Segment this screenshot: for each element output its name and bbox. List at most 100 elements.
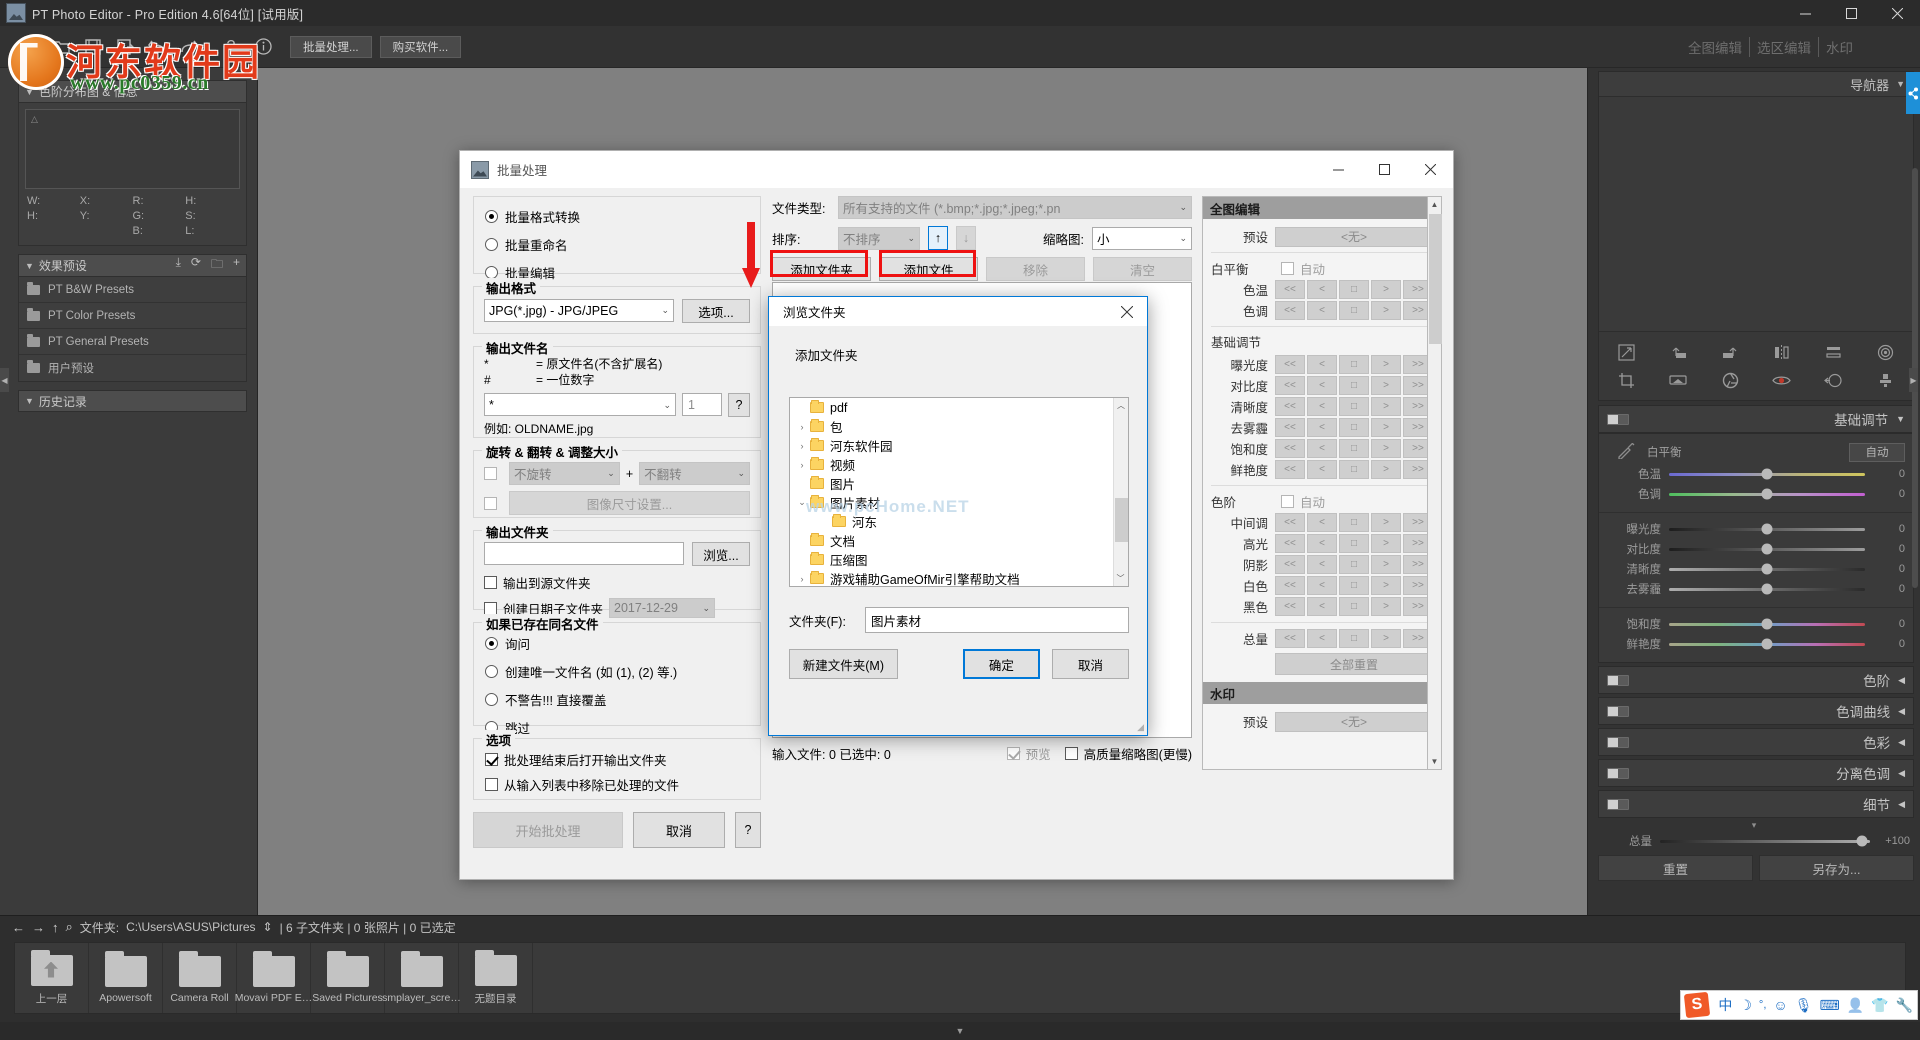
tone-curve-toggle[interactable] xyxy=(1607,706,1629,717)
emoji-icon[interactable]: ☺ xyxy=(1773,997,1787,1013)
nudge-more[interactable]: > xyxy=(1371,555,1401,574)
batch-process-button[interactable]: 批量处理... xyxy=(290,36,372,58)
collapse-right-panel-handle[interactable]: ▶ xyxy=(1909,368,1918,392)
nudge-less[interactable]: < xyxy=(1307,301,1337,320)
tree-expander[interactable]: › xyxy=(794,422,810,432)
slider-track-exposure[interactable] xyxy=(1669,528,1865,531)
hq-thumb-checkbox-row[interactable]: 高质量缩略图(更慢) xyxy=(1065,744,1192,763)
dodge-icon[interactable] xyxy=(1808,366,1860,394)
nudge-more[interactable]: > xyxy=(1371,460,1401,479)
tree-item[interactable]: 河东 xyxy=(790,512,1128,531)
filmstrip-item[interactable]: smplayer_scre… xyxy=(385,943,459,1013)
nudge-much-less[interactable]: << xyxy=(1275,555,1305,574)
keyboard-icon[interactable]: ⌨ xyxy=(1819,997,1839,1014)
adjust-wb-auto[interactable]: 自动 xyxy=(1281,259,1325,278)
nudge-less[interactable]: < xyxy=(1307,355,1337,374)
tree-expander[interactable]: ⌄ xyxy=(794,497,810,508)
name-help-button[interactable]: ? xyxy=(728,393,750,417)
ok-button[interactable]: 确定 xyxy=(963,649,1040,679)
output-folder-input[interactable] xyxy=(484,542,684,565)
start-batch-button[interactable]: 开始批处理 xyxy=(473,812,623,848)
scroll-thumb[interactable] xyxy=(1115,498,1128,542)
watermark-preset-value[interactable]: <无> xyxy=(1275,712,1433,732)
nudge-reset[interactable]: □ xyxy=(1339,534,1369,553)
close-icon[interactable] xyxy=(1874,0,1920,26)
output-name-pattern-select[interactable]: *⌄ xyxy=(484,393,676,416)
flip-horizontal-icon[interactable] xyxy=(1756,338,1808,366)
back-icon[interactable]: ← xyxy=(12,920,25,935)
basic-adjust-header[interactable]: 基础调节 ▼ xyxy=(1598,405,1914,433)
nudge-less[interactable]: < xyxy=(1307,418,1337,437)
nudge-more[interactable]: > xyxy=(1371,418,1401,437)
slider-knob[interactable] xyxy=(1762,619,1773,630)
folder-path[interactable]: C:\Users\ASUS\Pictures xyxy=(126,920,255,934)
slider-knob[interactable] xyxy=(1762,524,1773,535)
conflict-unique-name[interactable]: 创建唯一文件名 (如 (1), (2) 等.) xyxy=(485,662,760,681)
rotate-checkbox[interactable] xyxy=(484,467,497,480)
preset-folder-bw[interactable]: PT B&W Presets xyxy=(19,277,246,303)
folder-name-input[interactable]: 图片素材 xyxy=(865,607,1129,633)
nudge-less[interactable]: < xyxy=(1307,439,1337,458)
nudge-reset[interactable]: □ xyxy=(1339,439,1369,458)
sort-select[interactable]: 不排序⌄ xyxy=(838,227,920,250)
mode-format-convert[interactable]: 批量格式转换 xyxy=(485,207,760,226)
histogram-panel-header[interactable]: ▼ 色阶分布图 & 信息 xyxy=(18,80,247,102)
nudge-less[interactable]: < xyxy=(1307,397,1337,416)
maximize-icon[interactable] xyxy=(1828,0,1874,26)
microphone-icon[interactable]: 🎙 xyxy=(1795,997,1813,1014)
punctuation-icon[interactable]: °, xyxy=(1759,999,1766,1011)
levels-section-header[interactable]: 色阶◀ xyxy=(1598,666,1914,694)
nudge-less[interactable]: < xyxy=(1307,576,1337,595)
tree-item[interactable]: 文档 xyxy=(790,531,1128,550)
slider-knob[interactable] xyxy=(1762,469,1773,480)
re set-all-button[interactable]: 全部重置 xyxy=(1275,653,1433,675)
amount-track[interactable] xyxy=(1660,840,1870,843)
nudge-much-less[interactable]: << xyxy=(1275,376,1305,395)
buy-software-button[interactable]: 购买软件... xyxy=(380,36,462,58)
nudge-less[interactable]: < xyxy=(1307,534,1337,553)
sogou-logo-icon[interactable]: S xyxy=(1684,992,1710,1018)
nudge-less[interactable]: < xyxy=(1307,460,1337,479)
wrench-icon[interactable]: 🔧 xyxy=(1896,997,1913,1014)
slider-knob[interactable] xyxy=(1762,489,1773,500)
conflict-skip[interactable]: 跳过 xyxy=(485,718,760,737)
detail-section-header[interactable]: 细节◀ xyxy=(1598,790,1914,818)
nudge-much-less[interactable]: << xyxy=(1275,460,1305,479)
tree-expander[interactable]: › xyxy=(794,460,810,470)
nudge-much-less[interactable]: << xyxy=(1275,534,1305,553)
slider-track-temp[interactable] xyxy=(1669,473,1865,476)
share-panel-toggle[interactable] xyxy=(1906,72,1920,114)
nudge-reset[interactable]: □ xyxy=(1339,280,1369,299)
collapse-left-panel-handle[interactable]: ◀ xyxy=(0,368,9,392)
rotate-left-icon[interactable] xyxy=(1653,338,1705,366)
nudge-much-less[interactable]: << xyxy=(1275,439,1305,458)
user-icon[interactable]: 👤 xyxy=(1847,997,1864,1014)
split-tone-section-header[interactable]: 分离色调◀ xyxy=(1598,759,1914,787)
color-toggle[interactable] xyxy=(1607,737,1629,748)
nudge-reset[interactable]: □ xyxy=(1339,418,1369,437)
tab-full-image-edit[interactable]: 全图编辑 xyxy=(1681,37,1750,57)
batch-minimize-icon[interactable] xyxy=(1315,151,1361,188)
preset-folder-color[interactable]: PT Color Presets xyxy=(19,303,246,329)
batch-maximize-icon[interactable] xyxy=(1361,151,1407,188)
redo-icon[interactable] xyxy=(174,32,204,62)
nudge-much-less[interactable]: << xyxy=(1275,355,1305,374)
nudge-more[interactable]: > xyxy=(1371,280,1401,299)
filmstrip-item[interactable]: Saved Pictures xyxy=(311,943,385,1013)
slider-track-dehaze[interactable] xyxy=(1669,588,1865,591)
scroll-down-icon[interactable]: ﹀ xyxy=(1114,571,1127,586)
spiral-icon[interactable] xyxy=(1859,338,1911,366)
filmstrip-item[interactable]: Apowersoft xyxy=(89,943,163,1013)
save-icon[interactable] xyxy=(78,32,108,62)
split-tone-toggle[interactable] xyxy=(1607,768,1629,779)
format-options-button[interactable]: 选项... xyxy=(682,299,750,323)
batch-close-icon[interactable] xyxy=(1407,151,1453,188)
cancel-button[interactable]: 取消 xyxy=(1052,649,1129,679)
nudge-reset[interactable]: □ xyxy=(1339,355,1369,374)
nudge-much-less[interactable]: << xyxy=(1275,301,1305,320)
remove-file-button[interactable]: 移除 xyxy=(986,257,1085,281)
info-icon[interactable] xyxy=(248,32,278,62)
mode-rename[interactable]: 批量重命名 xyxy=(485,235,760,254)
remove-processed-row[interactable]: 从输入列表中移除已处理的文件 xyxy=(485,775,760,794)
nudge-more[interactable]: > xyxy=(1371,301,1401,320)
